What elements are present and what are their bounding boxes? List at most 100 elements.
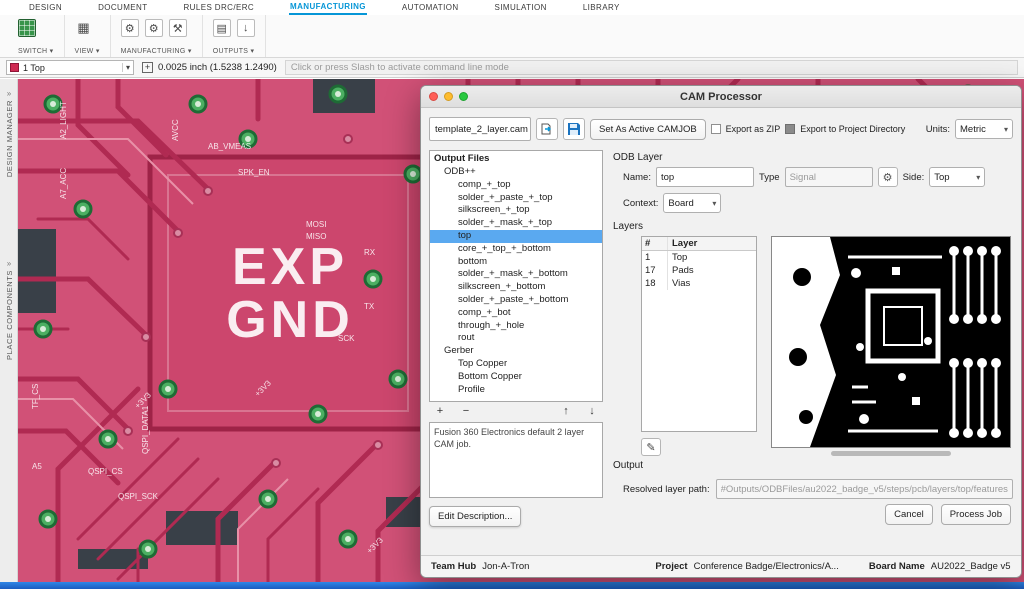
tree-item[interactable]: rout (430, 332, 602, 345)
tree-item[interactable]: solder_+_paste_+_top (430, 192, 602, 205)
tree-item-selected[interactable]: top (430, 230, 602, 243)
tools-icon[interactable]: ⚒ (169, 19, 187, 37)
menu-rules-drc-erc[interactable]: RULES DRC/ERC (183, 1, 256, 14)
svg-text:TX: TX (364, 302, 375, 311)
svg-text:AB_VMEAS: AB_VMEAS (208, 142, 251, 151)
toolbar-group-manufacturing: ⚙ ⚙ ⚒ MANUFACTURING ▾ (111, 15, 203, 57)
tree-item[interactable]: through_+_hole (430, 320, 602, 333)
toolbar-group-view: ▦ VIEW ▾ (65, 15, 111, 57)
gear-icon[interactable]: ⚙ (878, 167, 898, 187)
tree-item[interactable]: silkscreen_+_top (430, 204, 602, 217)
tree-item-gerber[interactable]: Gerber (430, 345, 602, 358)
cam-gear-icon[interactable]: ⚙ (121, 19, 139, 37)
units-label: Units: (926, 124, 950, 135)
layer-type-input (785, 167, 873, 187)
zoom-icon[interactable] (459, 92, 468, 101)
switch-board-icon[interactable] (18, 19, 36, 37)
chevron-down-icon: ▾ (1004, 125, 1008, 134)
move-up-button[interactable]: ↑ (559, 405, 573, 417)
tree-item[interactable]: bottom (430, 256, 602, 269)
silkscreen-text-line2: GND (226, 291, 354, 349)
board-name-value: AU2022_Badge v5 (931, 561, 1011, 572)
side-select[interactable]: Top ▾ (929, 167, 985, 187)
resolved-path-label: Resolved layer path: (623, 484, 710, 495)
chevron-down-icon: ▾ (712, 199, 716, 208)
toolbar-group-outputs: ▤ ↓ OUTPUTS ▾ (203, 15, 266, 57)
toolbar-group-switch-label[interactable]: SWITCH ▾ (18, 47, 54, 55)
toolbar-group-manufacturing-label[interactable]: MANUFACTURING ▾ (121, 47, 192, 55)
svg-text:A7_ACC: A7_ACC (59, 168, 68, 199)
export-project-dir-label: Export to Project Directory (800, 124, 905, 134)
silkscreen-text-line1: EXP (232, 238, 348, 296)
output-doc-icon[interactable]: ▤ (213, 19, 231, 37)
tree-item[interactable]: Profile (430, 384, 602, 397)
export-zip-checkbox[interactable] (711, 124, 721, 134)
menu-manufacturing[interactable]: MANUFACTURING (289, 0, 367, 15)
cancel-button[interactable]: Cancel (885, 504, 933, 525)
drc-gear-icon[interactable]: ⚙ (145, 19, 163, 37)
command-line-input[interactable] (285, 60, 1018, 75)
move-down-button[interactable]: ↓ (585, 405, 599, 417)
save-camjob-button[interactable] (563, 118, 585, 140)
col-num: # (642, 237, 668, 250)
set-active-camjob-button[interactable]: Set As Active CAMJOB (590, 119, 706, 140)
layer-name-input[interactable] (656, 167, 754, 187)
job-description-box[interactable]: Fusion 360 Electronics default 2 layer C… (429, 422, 603, 498)
load-camjob-button[interactable] (536, 118, 558, 140)
layer-row-top[interactable]: 1 Top (642, 251, 756, 264)
place-components-tab[interactable]: » PLACE COMPONENTS (0, 259, 18, 360)
tree-item[interactable]: core_+_top_+_bottom (430, 243, 602, 256)
preview-scrollbar[interactable] (831, 451, 951, 456)
export-project-dir-checkbox[interactable] (785, 124, 795, 134)
toolbar-group-view-label[interactable]: VIEW ▾ (75, 47, 100, 55)
menu-design[interactable]: DESIGN (28, 1, 63, 14)
context-select[interactable]: Board ▾ (663, 193, 721, 213)
menu-automation[interactable]: AUTOMATION (401, 1, 460, 14)
toolbar-group-outputs-label[interactable]: OUTPUTS ▾ (213, 47, 255, 55)
layer-select-value: 1 Top (23, 63, 45, 73)
tree-item[interactable]: Bottom Copper (430, 371, 602, 384)
expand-chevrons-icon: » (7, 89, 11, 98)
tree-item[interactable]: comp_+_bot (430, 307, 602, 320)
tree-item[interactable]: solder_+_mask_+_bottom (430, 268, 602, 281)
cursor-coordinates: + 0.0025 inch (1.5238 1.2490) (142, 62, 277, 73)
crosshair-icon: + (142, 62, 153, 73)
layer-select[interactable]: 1 Top ▾ (6, 60, 134, 75)
layer-preview-image (772, 237, 1010, 447)
camjob-file-field[interactable]: template_2_layer.cam (429, 117, 531, 141)
layer-row-pads[interactable]: 17 Pads (642, 264, 756, 277)
minimize-icon[interactable] (444, 92, 453, 101)
svg-text:MISO: MISO (306, 232, 326, 241)
menu-simulation[interactable]: SIMULATION (494, 1, 548, 14)
dialog-titlebar[interactable]: CAM Processor (421, 86, 1021, 108)
tree-item[interactable]: solder_+_mask_+_top (430, 217, 602, 230)
add-output-button[interactable]: + (433, 405, 447, 417)
remove-output-button[interactable]: − (459, 405, 473, 417)
window-bottom-bar (0, 582, 1024, 589)
tree-item-odb[interactable]: ODB++ (430, 166, 602, 179)
svg-text:RX: RX (364, 248, 376, 257)
tree-item[interactable]: Top Copper (430, 358, 602, 371)
layer-row-vias[interactable]: 18 Vias (642, 277, 756, 290)
layers-table[interactable]: # Layer 1 Top 17 Pads (641, 236, 757, 432)
grid-view-icon[interactable]: ▦ (75, 19, 93, 37)
tree-item[interactable]: solder_+_paste_+_bottom (430, 294, 602, 307)
close-icon[interactable] (429, 92, 438, 101)
menu-library[interactable]: LIBRARY (582, 1, 621, 14)
app-menubar: DESIGN DOCUMENT RULES DRC/ERC MANUFACTUR… (0, 0, 1024, 15)
design-manager-tab[interactable]: » DESIGN MANAGER (0, 89, 18, 177)
svg-text:TF_CS: TF_CS (31, 384, 40, 409)
workspace: » DESIGN MANAGER » PLACE COMPONENTS (0, 79, 1024, 589)
tree-item[interactable]: comp_+_top (430, 179, 602, 192)
dialog-footer: Team Hub Jon-A-Tron Project Conference B… (421, 555, 1021, 577)
units-select[interactable]: Metric ▾ (955, 119, 1013, 139)
edit-layers-button[interactable]: ✎ (641, 438, 661, 456)
component-chip (18, 229, 56, 313)
svg-text:A5: A5 (32, 462, 42, 471)
tree-item[interactable]: silkscreen_+_bottom (430, 281, 602, 294)
process-job-button[interactable]: Process Job (941, 504, 1011, 525)
edit-description-button[interactable]: Edit Description... (429, 506, 521, 527)
type-label: Type (759, 172, 780, 183)
output-export-icon[interactable]: ↓ (237, 19, 255, 37)
menu-document[interactable]: DOCUMENT (97, 1, 148, 14)
